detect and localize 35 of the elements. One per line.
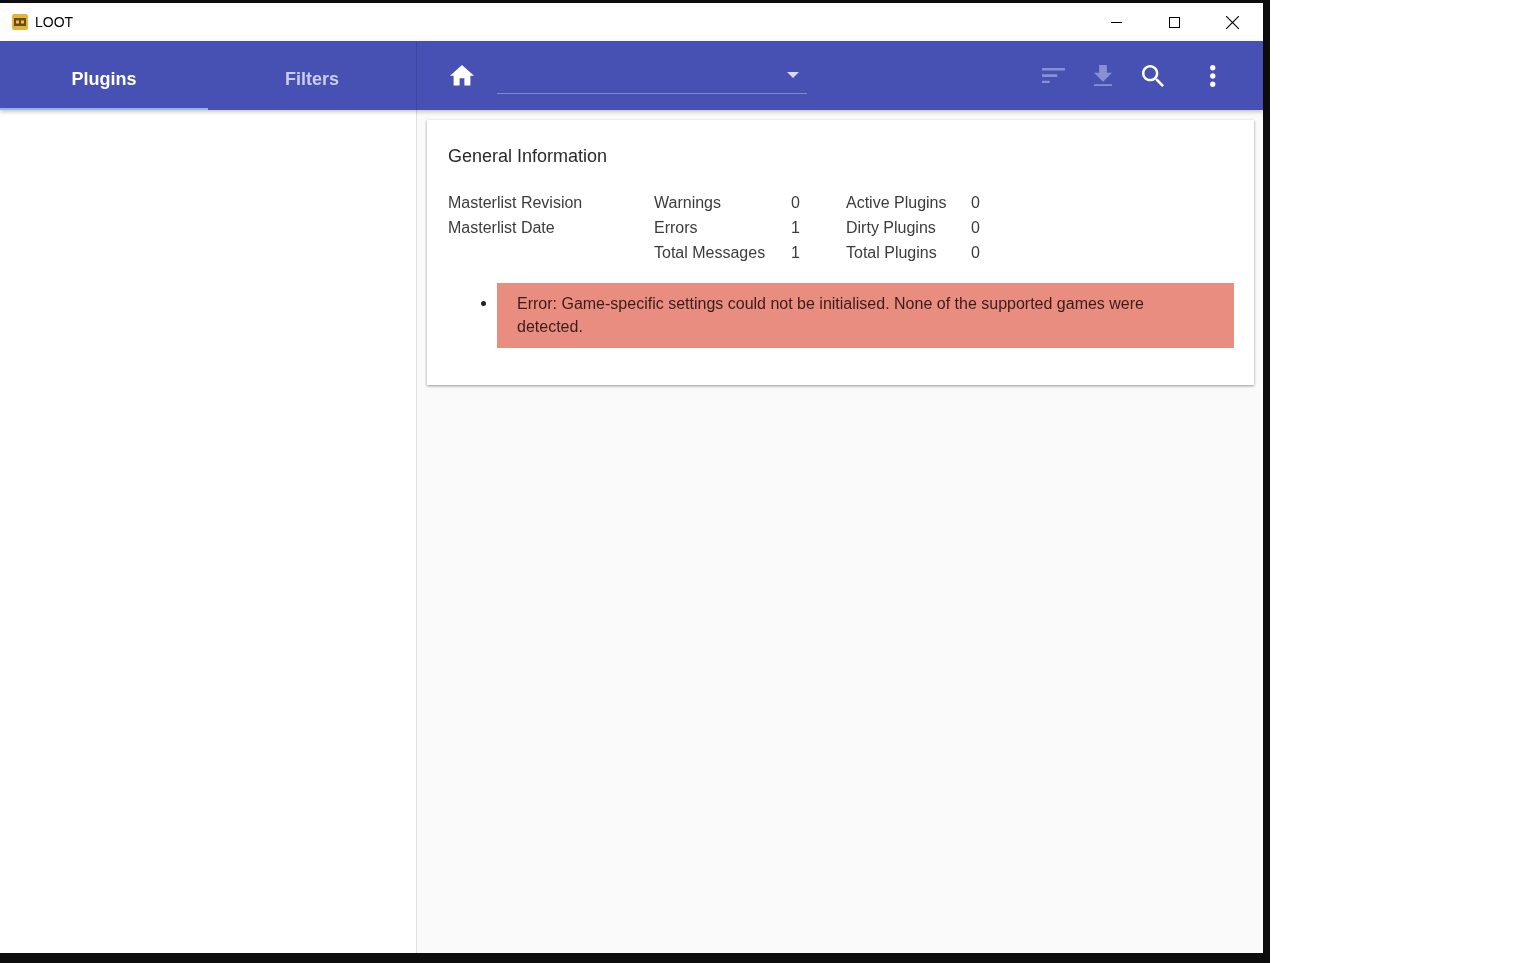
info-value: 0 <box>971 192 980 213</box>
info-value: 1 <box>791 217 800 238</box>
info-label: Total Messages <box>654 243 766 261</box>
sort-icon <box>1041 67 1065 84</box>
info-label: Masterlist Revision <box>448 193 583 211</box>
info-value: 0 <box>971 217 980 238</box>
info-label: Total Plugins <box>846 243 937 261</box>
minimize-button[interactable] <box>1110 21 1122 23</box>
search-icon <box>1142 64 1164 87</box>
info-label: Warnings <box>654 193 721 211</box>
info-label: Active Plugins <box>846 193 947 211</box>
info-label: Dirty Plugins <box>846 218 936 236</box>
card-title: General Information <box>448 145 608 168</box>
home-icon <box>450 65 474 86</box>
search-button[interactable] <box>1142 64 1164 87</box>
info-value: 0 <box>971 242 980 263</box>
info-label: Errors <box>654 218 698 236</box>
maximize-icon <box>1168 16 1180 28</box>
window-title: LOOT <box>35 12 74 32</box>
home-button[interactable] <box>450 65 474 86</box>
bullet-icon <box>481 300 486 306</box>
caret-icon <box>787 72 799 78</box>
app-icon <box>12 14 28 30</box>
close-button[interactable] <box>1225 15 1239 29</box>
download-icon <box>1094 64 1112 87</box>
menu-button[interactable] <box>1210 64 1216 87</box>
error-message: Error: Game-specific settings could not be initialised. None of the supported games were detected. <box>497 283 1234 348</box>
info-label: Masterlist Date <box>448 218 555 236</box>
maximize-button[interactable] <box>1168 16 1180 28</box>
sidebar-tab[interactable]: Filters <box>208 41 416 110</box>
minimize-icon <box>1110 21 1122 23</box>
info-value: 0 <box>791 192 800 213</box>
close-icon <box>1225 15 1239 29</box>
more-menu-icon <box>1210 64 1216 87</box>
info-value: 1 <box>791 242 800 263</box>
